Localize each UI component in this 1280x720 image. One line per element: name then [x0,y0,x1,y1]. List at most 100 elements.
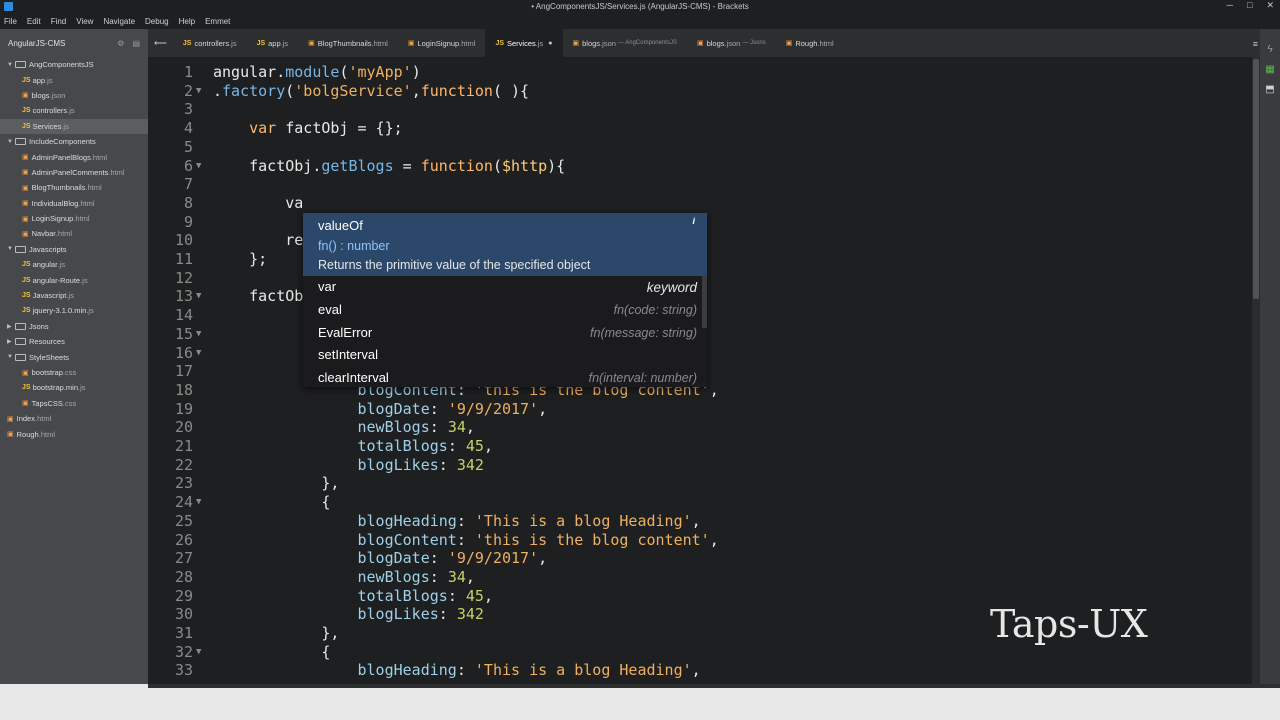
menu-view[interactable]: View [76,17,93,26]
code-line[interactable]: 4 var factObj = {}; [148,119,1252,138]
tab-loginsignup[interactable]: ▣ LoginSignup .html [398,29,486,57]
chevron-down-icon[interactable]: ▼ [7,139,15,145]
tab-blogs[interactable]: ▣ blogs .json — Jsons [687,29,776,57]
hint-item-selected[interactable]: valueOf fn() : number Returns the primit… [303,213,707,276]
tree-file[interactable]: ▣ TapsCSS .css [0,396,148,411]
tree-file[interactable]: ▣ BlogThumbnails .html [0,180,148,195]
tab-rough[interactable]: ▣ Rough .html [776,29,844,57]
fold-arrow-icon[interactable]: ▼ [196,82,201,101]
menu-help[interactable]: Help [179,17,195,26]
code-line[interactable]: 23 }, [148,474,1252,493]
fold-arrow-icon[interactable]: ▼ [196,325,201,344]
hint-item[interactable]: EvalError fn(message: string) [303,322,707,345]
minimize-button[interactable]: ─ [1227,0,1233,11]
tree-file[interactable]: ▣ AdminPanelBlogs .html [0,149,148,164]
line-number: 26 [174,530,193,549]
code-line[interactable]: 1 angular.module('myApp') [148,63,1252,82]
scrollbar-thumb[interactable] [1253,59,1259,299]
hint-scrollbar[interactable] [702,276,707,328]
menu-find[interactable]: Find [51,17,67,26]
project-header[interactable]: AngularJS-CMS ⚙ ▤ [0,29,148,57]
hint-item[interactable]: eval fn(code: string) [303,299,707,322]
tree-file[interactable]: JS Services .js [0,118,148,134]
fold-arrow-icon[interactable]: ▼ [196,493,201,512]
menu-edit[interactable]: Edit [27,17,41,26]
menu-navigate[interactable]: Navigate [103,17,135,26]
code-line[interactable]: 21 totalBlogs: 45, [148,437,1252,456]
code-line[interactable]: 28 newBlogs: 34, [148,568,1252,587]
chevron-right-icon[interactable]: ▶ [7,338,15,345]
maximize-button[interactable]: □ [1247,0,1252,11]
hint-item[interactable]: clearInterval fn(interval: number) [303,367,707,387]
chevron-down-icon[interactable]: ▼ [7,62,15,68]
code-line[interactable]: 27 blogDate: '9/9/2017', [148,549,1252,568]
tab-app[interactable]: JS app .js [247,29,299,57]
project-name[interactable]: AngularJS-CMS [8,39,65,48]
tree-folder[interactable]: ▶ Resources [0,334,148,349]
code-line[interactable]: 26 blogContent: 'this is the blog conten… [148,531,1252,550]
tree-file[interactable]: ▣ Rough .html [0,426,148,441]
code-line[interactable]: 6 ▼ factObj.getBlogs = function($http){ [148,157,1252,176]
close-button[interactable]: ✕ [1266,0,1274,11]
fold-arrow-icon[interactable]: ▼ [196,643,201,662]
back-arrow-icon[interactable]: ⟵ [154,38,167,49]
chevron-right-icon[interactable]: ▶ [7,323,15,330]
chevron-down-icon[interactable]: ▼ [7,246,15,252]
extract-icon[interactable]: ⬒ [1264,85,1276,95]
tree-file[interactable]: ▣ Navbar .html [0,226,148,241]
code-line[interactable]: 25 blogHeading: 'This is a blog Heading'… [148,512,1252,531]
chevron-down-icon[interactable]: ▼ [7,354,15,360]
tree-file[interactable]: JS controllers .js [0,103,148,118]
tree-folder[interactable]: ▼ StyleSheets [0,349,148,364]
split-view-icon[interactable]: ▤ [132,39,140,48]
tree-file[interactable]: JS Javascript .js [0,288,148,303]
tree-file[interactable]: JS angular .js [0,257,148,272]
unsaved-dot-icon[interactable]: ● [548,40,552,47]
code-line[interactable]: 24 ▼ { [148,493,1252,512]
tab-blogthumbnails[interactable]: ▣ BlogThumbnails .html [298,29,398,57]
code-line[interactable]: 3 [148,100,1252,119]
tab-controllers[interactable]: JS controllers .js [173,29,247,57]
code-line[interactable]: 2 ▼ .factory('bolgService',function( ){ [148,82,1252,101]
tab-blogs[interactable]: ▣ blogs .json — AngComponentsJS [563,29,687,57]
menu-debug[interactable]: Debug [145,17,169,26]
line-number: 20 [174,418,193,437]
tree-file[interactable]: JS app .js [0,72,148,87]
live-preview-icon[interactable]: ϟ [1264,45,1276,55]
tree-file[interactable]: JS bootstrap.min .js [0,380,148,395]
fold-arrow-icon[interactable]: ▼ [196,157,201,176]
tree-folder[interactable]: ▼ AngComponentsJS [0,57,148,72]
menu-emmet[interactable]: Emmet [205,17,230,26]
tree-file[interactable]: ▣ blogs .json [0,88,148,103]
gear-icon[interactable]: ⚙ [117,39,124,48]
tree-file[interactable]: JS angular-Route .js [0,272,148,287]
tree-item-name: bootstrap.min [32,383,79,393]
code-line[interactable]: 19 blogDate: '9/9/2017', [148,400,1252,419]
extension-manager-icon[interactable]: ▦ [1264,65,1276,75]
editor-scrollbar[interactable] [1252,57,1260,684]
menu-file[interactable]: File [4,17,17,26]
tree-file[interactable]: ▣ IndividualBlog .html [0,196,148,211]
tree-folder[interactable]: ▶ Jsons [0,319,148,334]
tab-menu-icon[interactable]: ≡ [1253,39,1258,49]
code-line[interactable]: 5 [148,138,1252,157]
tree-file[interactable]: ▣ Index .html [0,411,148,426]
tree-file[interactable]: ▣ bootstrap .css [0,365,148,380]
code-line[interactable]: 20 newBlogs: 34, [148,418,1252,437]
tab-services[interactable]: JS Services .js ● [485,29,563,57]
code-line[interactable]: 33 blogHeading: 'This is a blog Heading'… [148,661,1252,680]
hint-item[interactable]: setInterval [303,344,707,367]
code-line[interactable]: 7 [148,175,1252,194]
tree-file[interactable]: ▣ AdminPanelComments .html [0,165,148,180]
tree-folder[interactable]: ▼ IncludeComponents [0,134,148,149]
fold-arrow-icon[interactable]: ▼ [196,287,201,306]
tree-folder[interactable]: ▼ Javascripts [0,242,148,257]
tree-item-ext: .css [62,368,77,377]
tree-file[interactable]: ▣ LoginSignup .html [0,211,148,226]
tree-file[interactable]: JS jquery-3.1.0.min .js [0,303,148,318]
code-line[interactable]: 22 blogLikes: 342 [148,456,1252,475]
code-text: newBlogs: 34, [357,567,475,586]
code-line[interactable]: 8 va [148,194,1252,213]
hint-item[interactable]: var keyword [303,276,707,299]
fold-arrow-icon[interactable]: ▼ [196,344,201,363]
